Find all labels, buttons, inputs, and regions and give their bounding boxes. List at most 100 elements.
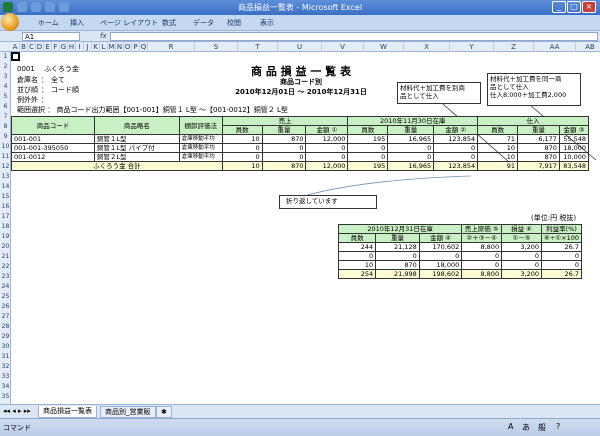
- table-cell-k-cnt[interactable]: 195: [347, 134, 389, 144]
- column-header-l[interactable]: L: [100, 42, 108, 52]
- sheet-nav-arrows[interactable]: ◂◂ ◂ ▸ ▸▸: [3, 407, 31, 415]
- column-header-m[interactable]: M: [108, 42, 116, 52]
- table-cell-k-qty[interactable]: 0: [387, 143, 435, 153]
- table-cell-qty[interactable]: 21,998: [375, 269, 420, 279]
- table-cell-name[interactable]: 銅管１L型: [93, 134, 180, 144]
- row-header-13[interactable]: 13: [0, 172, 11, 182]
- row-header-31[interactable]: 31: [0, 352, 11, 362]
- column-header-h[interactable]: H: [68, 42, 76, 52]
- ime-help-icon[interactable]: ?: [556, 422, 560, 431]
- ime-mode-alpha[interactable]: A: [508, 422, 513, 431]
- row-header-2[interactable]: 2: [0, 62, 11, 72]
- table-cell-code[interactable]: 001-0012: [11, 152, 95, 162]
- close-button[interactable]: ×: [582, 1, 596, 13]
- total-label[interactable]: ふくろう金 合計: [11, 161, 223, 171]
- table-cell-profit[interactable]: 0: [501, 260, 542, 270]
- total-cell-p-cnt[interactable]: 91: [477, 161, 519, 171]
- table-cell-amt[interactable]: 0: [418, 251, 463, 261]
- tab-data[interactable]: データ: [193, 18, 214, 28]
- ime-mode-kanji[interactable]: 般: [538, 422, 546, 433]
- table-cell-amt[interactable]: 170,602: [418, 242, 463, 252]
- table-cell-p-qty[interactable]: 870: [517, 143, 560, 153]
- row-header-29[interactable]: 29: [0, 332, 11, 342]
- table-cell-profit[interactable]: 3,200: [501, 269, 542, 279]
- column-header-x[interactable]: X: [404, 42, 450, 52]
- table-cell-qty[interactable]: 0: [375, 251, 420, 261]
- table-cell-code[interactable]: 001-001-395050: [11, 143, 95, 153]
- row-header-23[interactable]: 23: [0, 272, 11, 282]
- table-cell-s-cnt[interactable]: 10: [221, 134, 263, 144]
- total-cell-s-qty[interactable]: 870: [261, 161, 307, 171]
- column-header-n[interactable]: N: [116, 42, 124, 52]
- table-cell-p-cnt[interactable]: 10: [477, 143, 519, 153]
- insert-sheet-tab[interactable]: ✱: [156, 406, 172, 418]
- table-cell-s-cnt[interactable]: 0: [221, 143, 263, 153]
- row-header-25[interactable]: 25: [0, 292, 11, 302]
- table-cell-amt[interactable]: 18,000: [418, 260, 463, 270]
- row-header-17[interactable]: 17: [0, 212, 11, 222]
- table-cell-method[interactable]: 倉庫移動平均: [178, 134, 223, 144]
- column-header-aa[interactable]: AA: [534, 42, 576, 52]
- name-box[interactable]: A1: [22, 32, 80, 41]
- row-header-10[interactable]: 10: [0, 142, 11, 152]
- row-header-12[interactable]: 12: [0, 162, 11, 172]
- table-cell-profit[interactable]: 0: [501, 251, 542, 261]
- worksheet-area[interactable]: 0001 ふくろう金 倉庫名 ： 全て 並び順 ： コード順 例外外 ： 範囲選…: [11, 52, 600, 404]
- column-header-g[interactable]: G: [60, 42, 68, 52]
- total-cell-k-amt[interactable]: 123,854: [433, 161, 479, 171]
- table-cell-s-cnt[interactable]: 0: [221, 152, 263, 162]
- total-cell-k-qty[interactable]: 16,965: [387, 161, 435, 171]
- column-header-c[interactable]: C: [28, 42, 36, 52]
- table-cell-qty[interactable]: 870: [375, 260, 420, 270]
- row-header-28[interactable]: 28: [0, 322, 11, 332]
- row-header-8[interactable]: 8: [0, 122, 11, 132]
- row-header-11[interactable]: 11: [0, 152, 11, 162]
- row-header-9[interactable]: 9: [0, 132, 11, 142]
- row-header-30[interactable]: 30: [0, 342, 11, 352]
- column-header-w[interactable]: W: [364, 42, 404, 52]
- row-header-27[interactable]: 27: [0, 312, 11, 322]
- column-header-u[interactable]: U: [278, 42, 322, 52]
- table-cell-k-amt[interactable]: 123,854: [433, 134, 479, 144]
- table-cell-k-qty[interactable]: 0: [387, 152, 435, 162]
- table-cell-s-qty[interactable]: 0: [261, 152, 307, 162]
- table-cell-p-amt[interactable]: 18,000: [558, 143, 590, 153]
- table-cell-p-amt[interactable]: 10,000: [558, 152, 590, 162]
- table-cell-cogs[interactable]: 0: [461, 260, 503, 270]
- row-header-20[interactable]: 20: [0, 242, 11, 252]
- table-cell-s-qty[interactable]: 0: [261, 143, 307, 153]
- column-header-v[interactable]: V: [322, 42, 364, 52]
- column-header-i[interactable]: I: [76, 42, 84, 52]
- table-cell-cogs[interactable]: 0: [461, 251, 503, 261]
- row-header-32[interactable]: 32: [0, 362, 11, 372]
- table-cell-cogs[interactable]: 8,800: [461, 242, 503, 252]
- tab-view[interactable]: 表示: [260, 18, 274, 28]
- table-cell-p-amt[interactable]: 55,548: [558, 134, 590, 144]
- table-cell-name[interactable]: 銅管１L型 パイプ付: [93, 143, 180, 153]
- tab-review[interactable]: 校閲: [227, 18, 241, 28]
- column-header-r[interactable]: R: [148, 42, 195, 52]
- row-header-14[interactable]: 14: [0, 182, 11, 192]
- table-cell-name[interactable]: 銅管２L型: [93, 152, 180, 162]
- table-cell-s-amt[interactable]: 0: [305, 143, 349, 153]
- minimize-button[interactable]: _: [552, 1, 566, 13]
- table-cell-rate[interactable]: 0: [541, 251, 582, 261]
- total-cell-s-cnt[interactable]: 10: [221, 161, 263, 171]
- column-header-f[interactable]: F: [52, 42, 60, 52]
- table-cell-s-amt[interactable]: 12,000: [305, 134, 349, 144]
- tab-insert[interactable]: 挿入: [70, 18, 84, 28]
- column-header-t[interactable]: T: [238, 42, 278, 52]
- table-cell-p-qty[interactable]: 6,177: [517, 134, 560, 144]
- row-header-22[interactable]: 22: [0, 262, 11, 272]
- total-cell-k-cnt[interactable]: 195: [347, 161, 389, 171]
- row-header-1[interactable]: 1: [0, 52, 11, 62]
- table-cell-k-cnt[interactable]: 0: [347, 143, 389, 153]
- table-cell-qty[interactable]: 21,128: [375, 242, 420, 252]
- table-cell-k-cnt[interactable]: 0: [347, 152, 389, 162]
- column-header-d[interactable]: D: [36, 42, 44, 52]
- row-header-6[interactable]: 6: [0, 102, 11, 112]
- table-cell-cnt[interactable]: 244: [337, 242, 377, 252]
- column-header-p[interactable]: P: [132, 42, 140, 52]
- column-header-y[interactable]: Y: [450, 42, 494, 52]
- table-cell-code[interactable]: 001-001: [11, 134, 95, 144]
